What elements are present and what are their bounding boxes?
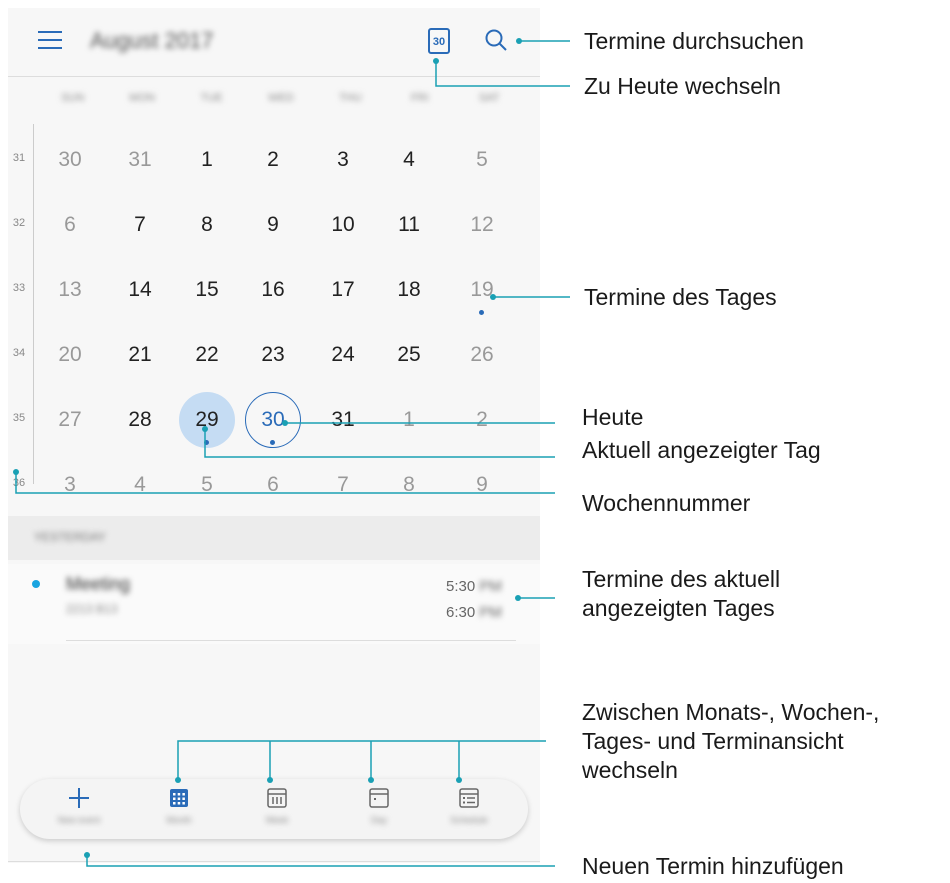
callout-dot-month [175,777,181,783]
callout-line-week-number [15,472,555,494]
callout-line-current-day [204,429,555,458]
callout-dot-schedule [456,777,462,783]
callout-search: Termine durchsuchen [584,28,804,54]
callout-week-number: Wochennummer [582,490,751,516]
callout-dot-heute [282,420,288,426]
callout-dot-today [433,58,439,64]
callout-dot-day [368,777,374,783]
callout-today: Zu Heute wechseln [584,73,781,99]
callout-dot-current-events [515,595,521,601]
callout-dot-current-day [202,426,208,432]
callout-new-event: Neuen Termin hinzufügen [582,853,844,879]
callout-line-today [435,61,570,87]
callout-dot-new-event [84,852,90,858]
callout-dot-search [516,38,522,44]
callout-dot-day-events [490,294,496,300]
callout-line-view-switch [177,740,546,780]
callout-dot-week-number [13,469,19,475]
callout-line-new-event [86,855,555,867]
callout-dot-week [267,777,273,783]
callout-current-events: Termine des aktuell angezeigten Tages [582,566,781,621]
callout-view-switch: Zwischen Monats-, Wochen-, Tages- und Ter… [582,699,880,783]
callout-day-events: Termine des Tages [584,284,777,310]
callout-heute: Heute [582,404,644,430]
callout-current-day: Aktuell angezeigter Tag [582,437,821,463]
